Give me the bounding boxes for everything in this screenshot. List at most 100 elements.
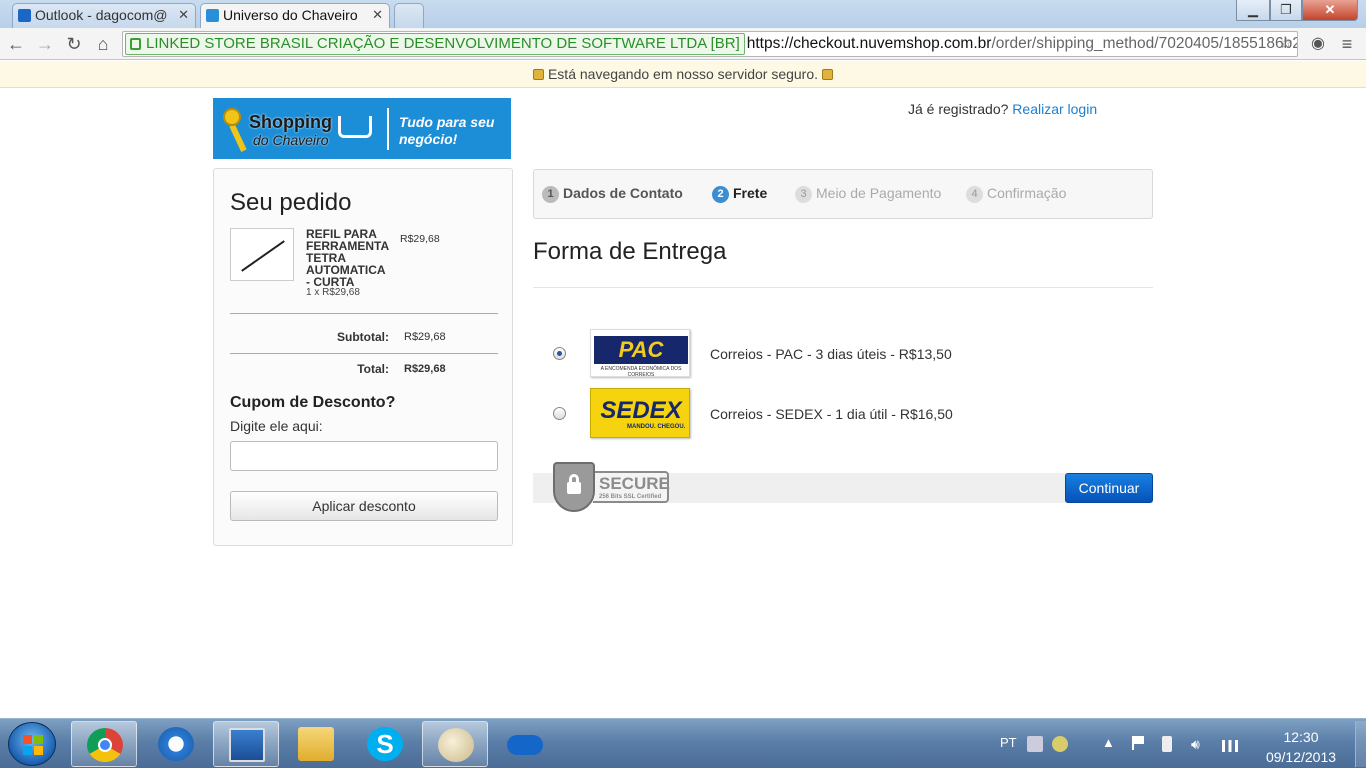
sedex-radio[interactable] [553, 407, 566, 420]
taskbar-remote-desktop[interactable] [213, 721, 279, 767]
extension-icon[interactable]: ◉ [1307, 32, 1329, 56]
network-devices-icon[interactable] [1052, 736, 1068, 752]
padlock-body [567, 482, 581, 494]
secure-notice: Está navegando em nosso servidor seguro. [547, 66, 819, 82]
ev-certificate-badge[interactable]: LINKED STORE BRASIL CRIAÇÃO E DESENVOLVI… [125, 33, 745, 55]
close-tab-icon[interactable]: ✕ [372, 4, 383, 26]
bookmark-star-icon[interactable]: ☆ [1279, 32, 1293, 56]
lock-icon [532, 69, 544, 80]
start-button[interactable] [8, 722, 56, 766]
restore-button[interactable]: ❐ [1270, 0, 1302, 21]
pac-logo-subtitle: A ENCOMENDA ECONÔMICA DOS CORREIOS [600, 366, 682, 378]
browser-toolbar: ← → ↻ ⌂ LINKED STORE BRASIL CRIAÇÃO E DE… [0, 28, 1366, 60]
product-image [241, 240, 285, 272]
product-thumbnail[interactable] [230, 228, 294, 281]
show-hidden-icons-icon[interactable]: ▲ [1102, 735, 1115, 750]
step-confirmation: 4 Confirmação [966, 185, 1066, 203]
cart-icon [338, 116, 372, 138]
skydrive-icon [507, 735, 543, 755]
sedex-option-label[interactable]: Correios - SEDEX - 1 dia útil - R$16,50 [710, 406, 953, 422]
checkout-steps: 1 Dados de Contato 2 Frete 3 Meio de Pagame… [533, 169, 1153, 219]
minimize-button[interactable]: ▁ [1236, 0, 1270, 21]
step-label: Dados de Contato [563, 185, 683, 201]
clock-date: 09/12/2013 [1265, 749, 1337, 765]
windows-logo-icon [23, 735, 32, 744]
ev-certificate-text: LINKED STORE BRASIL CRIAÇÃO E DESENVOLVI… [146, 35, 740, 52]
total-value: R$29,68 [404, 363, 446, 375]
login-prompt-text: Já é registrado? [908, 101, 1009, 117]
apply-discount-button[interactable]: Aplicar desconto [230, 491, 498, 521]
continue-button[interactable]: Continuar [1065, 473, 1153, 503]
secure-badge: SECURE 256 Bits SSL Certified [593, 471, 670, 503]
logo-name-line1: Shopping [249, 112, 332, 132]
divider [533, 287, 1153, 288]
back-icon[interactable]: ← [5, 32, 27, 56]
taskbar-skydrive[interactable] [492, 721, 558, 767]
site-favicon-icon [206, 9, 219, 22]
windows-logo-icon [34, 746, 43, 755]
taskbar-skype[interactable]: S [352, 721, 418, 767]
new-tab-button[interactable] [394, 3, 424, 28]
show-desktop-button[interactable] [1355, 721, 1366, 767]
power-icon[interactable] [1162, 736, 1172, 752]
step-contact[interactable]: 1 Dados de Contato [542, 185, 683, 203]
store-logo[interactable]: Shopping do Chaveiro Tudo para seu negóc… [213, 98, 511, 159]
step-label: Meio de Pagamento [816, 185, 942, 201]
paint-icon [438, 728, 474, 762]
close-tab-icon[interactable]: ✕ [178, 4, 189, 26]
volume-icon[interactable]: 🔊︎ [1191, 736, 1207, 752]
step-number: 1 [542, 186, 559, 203]
lock-icon [130, 38, 141, 50]
product-quantity: 1 x R$29,68 [306, 287, 360, 298]
outlook-icon [18, 9, 31, 22]
taskbar-paint[interactable] [422, 721, 488, 767]
url-path: /order/shipping_method/7020405/1855186b2 [991, 35, 1298, 52]
menu-icon[interactable]: ≡ [1336, 32, 1358, 56]
forward-icon[interactable]: → [34, 32, 56, 56]
logo-divider [387, 108, 389, 150]
internet-explorer-icon [158, 727, 194, 761]
taskbar-chrome[interactable] [71, 721, 137, 767]
sedex-logo[interactable]: SEDEX MANDOU. CHEGOU. [590, 388, 690, 438]
windows-explorer-icon [298, 727, 334, 761]
shipping-title: Forma de Entrega [533, 238, 727, 265]
taskbar-windows-explorer[interactable] [283, 721, 349, 767]
step-payment: 3 Meio de Pagamento [795, 185, 941, 203]
logo-tagline: Tudo para seu negócio! [399, 114, 494, 148]
pac-logo[interactable]: PAC A ENCOMENDA ECONÔMICA DOS CORREIOS [590, 329, 690, 378]
total-label: Total: [357, 362, 389, 376]
remote-desktop-icon [229, 728, 265, 762]
reload-icon[interactable]: ↻ [63, 32, 85, 56]
coupon-input[interactable] [230, 441, 498, 471]
close-window-button[interactable]: ✕ [1302, 0, 1358, 21]
windows-logo-icon [34, 735, 43, 744]
subtotal-label: Subtotal: [337, 330, 389, 344]
language-indicator[interactable]: PT [1000, 735, 1017, 750]
taskbar-internet-explorer[interactable] [143, 721, 209, 767]
action-center-flag-icon[interactable] [1132, 736, 1144, 750]
divider [230, 353, 498, 354]
login-link[interactable]: Realizar login [1012, 101, 1097, 117]
step-number: 2 [712, 186, 729, 203]
logo-tagline-line2: negócio! [399, 131, 458, 147]
home-icon[interactable]: ⌂ [92, 32, 114, 56]
coupon-title: Cupom de Desconto? [230, 394, 396, 411]
address-bar[interactable]: LINKED STORE BRASIL CRIAÇÃO E DESENVOLVI… [122, 31, 1298, 57]
shield-lock-icon [553, 462, 595, 512]
tab-outlook[interactable]: Outlook - dagocom@ ✕ [12, 3, 196, 28]
pac-radio[interactable] [553, 347, 566, 360]
product-name: REFIL PARA FERRAMENTA TETRA AUTOMATICA -… [306, 227, 389, 289]
tab-universo-do-chaveiro[interactable]: Universo do Chaveiro ✕ [200, 3, 390, 28]
signal-icon[interactable] [1222, 740, 1238, 752]
system-clock[interactable]: 12:30 09/12/2013 [1258, 727, 1344, 767]
pac-option-label[interactable]: Correios - PAC - 3 dias úteis - R$13,50 [710, 346, 952, 362]
order-summary-panel: Seu pedido REFIL PARA FERRAMENTA TETRA A… [213, 168, 513, 546]
product-price: R$29,68 [400, 233, 440, 245]
step-number: 4 [966, 186, 983, 203]
step-shipping[interactable]: 2 Frete [712, 185, 767, 203]
windows-logo-icon [23, 746, 32, 755]
keyboard-icon[interactable] [1027, 736, 1043, 752]
lock-icon [822, 69, 834, 80]
sedex-logo-text: SEDEX [600, 397, 682, 424]
url-host: https://checkout.nuvemshop.com.br [746, 35, 992, 52]
